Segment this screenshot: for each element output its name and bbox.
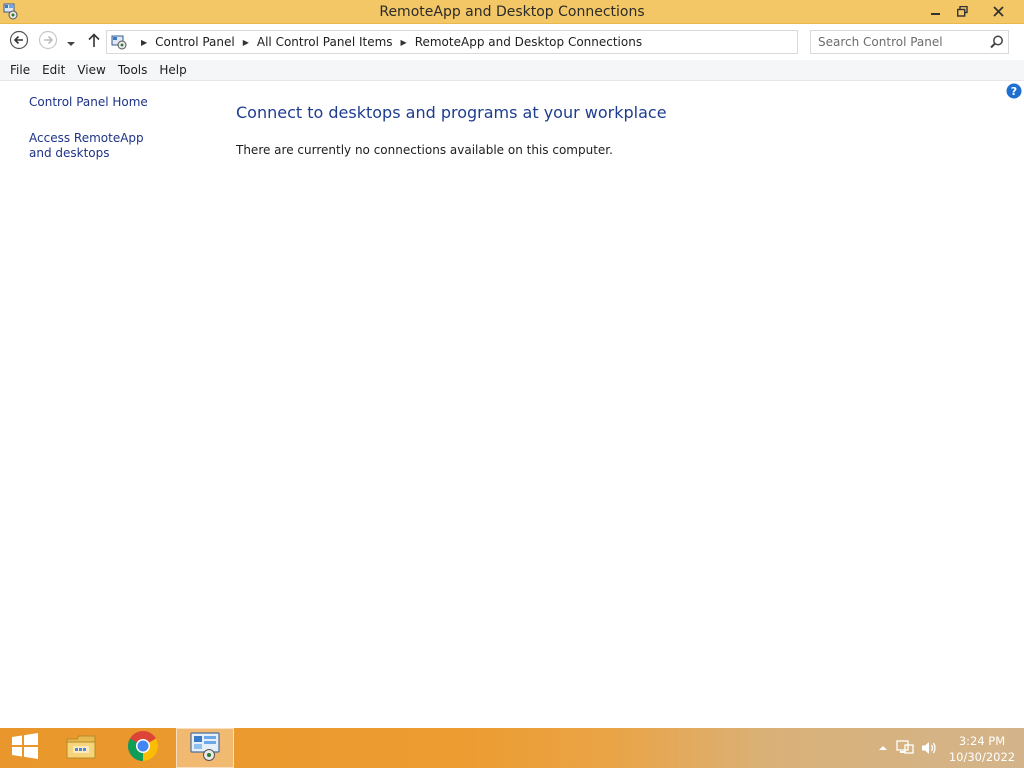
file-explorer-icon [64,731,98,765]
close-icon [992,2,1004,21]
menu-edit[interactable]: Edit [36,60,71,81]
clock-date: 10/30/2022 [948,750,1016,764]
breadcrumb-separator-icon[interactable]: ▶ [401,38,407,47]
window-title: RemoteApp and Desktop Connections [379,4,645,20]
breadcrumb-separator-icon[interactable]: ▶ [141,38,147,47]
control-panel-location-icon [111,34,127,50]
breadcrumb-remoteapp[interactable]: RemoteApp and Desktop Connections [415,35,642,49]
search-box[interactable] [810,30,1009,54]
menu-view[interactable]: View [71,60,111,81]
close-button[interactable] [982,0,1014,22]
taskbar-control-panel[interactable] [176,728,234,768]
recent-locations-button[interactable] [62,31,80,53]
chevron-down-icon [66,33,76,52]
minimize-icon [931,2,941,21]
start-button[interactable] [0,728,50,768]
status-message: There are currently no connections avail… [236,143,613,157]
taskbar: 3:24 PM 10/30/2022 [0,728,1024,768]
control-panel-icon [188,730,222,766]
address-bar[interactable]: ▶ Control Panel ▶ All Control Panel Item… [106,30,896,54]
menu-tools[interactable]: Tools [112,60,154,81]
menu-bar: File Edit View Tools Help [0,60,1024,81]
forward-arrow-icon [38,30,58,54]
breadcrumb-all-control-panel-items[interactable]: All Control Panel Items [257,35,393,49]
svg-text:?: ? [1011,85,1017,98]
network-icon[interactable] [896,740,914,756]
start-icon [11,733,39,763]
back-button[interactable] [8,30,30,54]
up-arrow-icon [87,32,101,52]
up-button[interactable] [84,31,104,53]
help-icon[interactable]: ? [1006,83,1022,99]
minimize-button[interactable] [922,0,950,22]
menu-help[interactable]: Help [153,60,192,81]
show-hidden-icons-icon[interactable] [874,740,892,756]
clock-time: 3:24 PM [958,734,1006,748]
control-panel-home-link[interactable]: Control Panel Home [29,95,179,110]
system-clock[interactable]: 3:24 PM 10/30/2022 [944,733,1020,765]
taskbar-file-explorer[interactable] [58,728,104,768]
breadcrumb: ▶ Control Panel ▶ All Control Panel Item… [111,31,642,53]
volume-icon[interactable] [920,740,938,756]
taskbar-chrome[interactable] [118,728,168,768]
search-icon[interactable] [989,34,1005,50]
back-arrow-icon [9,30,29,54]
restore-button[interactable] [950,0,974,22]
page-heading: Connect to desktops and programs at your… [236,103,667,122]
forward-button[interactable] [37,30,59,54]
access-remoteapp-link[interactable]: Access RemoteApp and desktops [29,131,169,161]
left-navigation-pane: Control Panel Home Access RemoteApp and … [0,82,200,727]
chrome-icon [127,730,159,766]
restore-icon [956,2,968,21]
breadcrumb-control-panel[interactable]: Control Panel [155,35,235,49]
breadcrumb-separator-icon[interactable]: ▶ [243,38,249,47]
address-toolbar: ▶ Control Panel ▶ All Control Panel Item… [0,24,1024,60]
menu-file[interactable]: File [0,60,36,81]
search-input[interactable] [811,31,987,53]
title-bar: RemoteApp and Desktop Connections [0,0,1024,24]
